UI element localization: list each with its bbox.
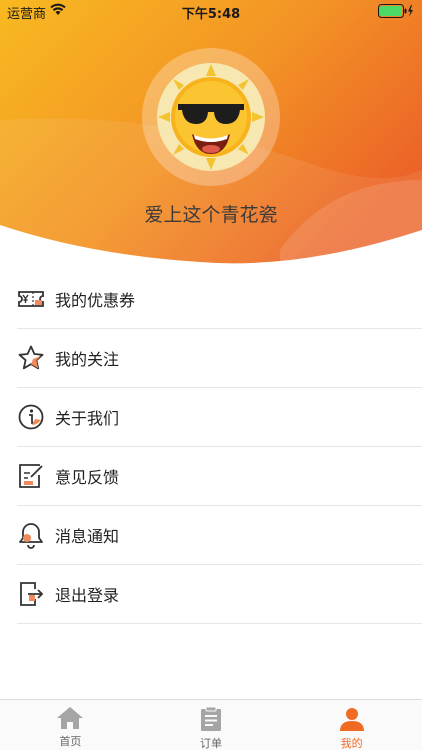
menu-item-label: 关于我们 xyxy=(55,409,120,428)
status-time: 下午5:48 xyxy=(181,7,241,22)
user-icon xyxy=(339,708,364,731)
tab-label: 订单 xyxy=(200,737,222,750)
menu-item-logout[interactable]: 退出登录 xyxy=(17,565,422,624)
feedback-icon xyxy=(19,464,43,488)
menu-item-coupons[interactable]: 我的优惠券 xyxy=(17,270,422,329)
menu-item-label: 意见反馈 xyxy=(55,468,120,487)
tab-orders[interactable]: 订单 xyxy=(141,700,282,750)
menu-item-label: 我的关注 xyxy=(55,350,120,369)
menu-item-about[interactable]: 关于我们 xyxy=(17,388,422,447)
menu-item-feedback[interactable]: 意见反馈 xyxy=(17,447,422,506)
info-icon xyxy=(18,404,44,430)
logout-icon xyxy=(20,582,44,606)
tab-home[interactable]: 首页 xyxy=(0,700,141,750)
sun-sunglasses-avatar-icon xyxy=(157,63,265,171)
user-nickname: 爱上这个青花瓷 xyxy=(144,204,278,226)
star-icon xyxy=(18,345,44,370)
profile-menu: 我的优惠券 我的关注 关于我们 意见反馈 消息通知 退出登录 xyxy=(17,270,422,624)
avatar[interactable] xyxy=(142,48,280,186)
coupon-icon xyxy=(18,291,44,307)
order-icon xyxy=(201,706,221,731)
menu-item-label: 我的优惠券 xyxy=(55,291,136,310)
profile-header: 运营商 下午5:48 爱上这个青花瓷 xyxy=(0,0,422,270)
menu-item-label: 退出登录 xyxy=(55,586,120,605)
tab-mine[interactable]: 我的 xyxy=(281,700,422,750)
tab-label: 我的 xyxy=(340,737,363,750)
menu-item-follows[interactable]: 我的关注 xyxy=(17,329,422,388)
tab-label: 首页 xyxy=(59,735,82,748)
tab-bar: 首页 订单 我的 xyxy=(0,699,422,750)
battery-icon xyxy=(378,4,413,18)
home-icon xyxy=(57,707,84,729)
profile-screen: 运营商 下午5:48 爱上这个青花瓷 我的优惠券 我的关注 关于我们 意见反馈 … xyxy=(0,0,422,750)
bell-icon xyxy=(19,523,43,549)
status-bar: 运营商 下午5:48 xyxy=(0,0,422,22)
menu-item-notifications[interactable]: 消息通知 xyxy=(17,506,422,565)
menu-item-label: 消息通知 xyxy=(55,527,120,546)
